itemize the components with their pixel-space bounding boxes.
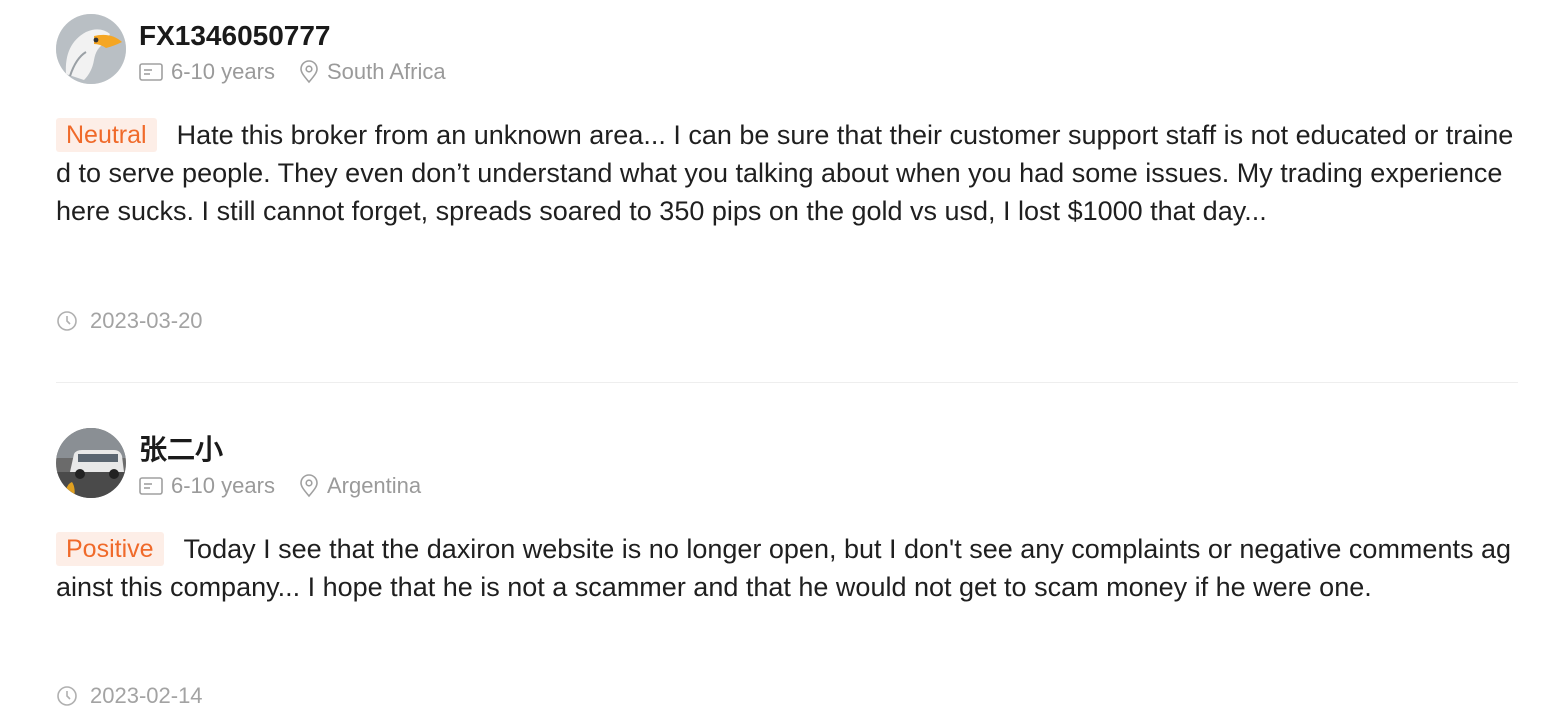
location-text: South Africa: [326, 59, 446, 84]
review-content: Positive Today I see that the daxiron web…: [56, 530, 1518, 606]
rating-tag: Neutral: [56, 118, 157, 152]
review-divider: [56, 382, 1518, 383]
location-pin-icon: [299, 60, 319, 84]
car-avatar-icon: [56, 428, 126, 498]
experience-text: 6-10 years: [171, 59, 275, 84]
user-avatar[interactable]: [56, 428, 126, 498]
user-avatar[interactable]: [56, 14, 126, 84]
review-date-row: 2023-02-14: [56, 683, 203, 709]
location-text: Argentina: [326, 473, 422, 498]
location-pin-icon: [299, 474, 319, 498]
review-date-row: 2023-03-20: [56, 308, 203, 334]
review-date: 2023-03-20: [90, 308, 203, 333]
review-content: Neutral Hate this broker from an unknown …: [56, 116, 1518, 230]
clock-icon: [56, 685, 78, 707]
clock-icon: [56, 310, 78, 332]
user-name[interactable]: 张二小: [139, 434, 223, 466]
id-card-icon: [139, 63, 163, 81]
review-text: Hate this broker from an unknown area...…: [56, 120, 1514, 226]
rating-tag: Positive: [56, 532, 164, 566]
review-date: 2023-02-14: [90, 683, 203, 708]
eagle-avatar-icon: [56, 14, 126, 84]
id-card-icon: [139, 477, 163, 495]
user-meta: 6-10 years South Africa: [139, 58, 446, 86]
review-text: Today I see that the daxiron website is …: [56, 534, 1511, 602]
user-name[interactable]: FX1346050777: [139, 20, 331, 52]
user-meta: 6-10 years Argentina: [139, 472, 421, 500]
experience-text: 6-10 years: [171, 473, 275, 498]
